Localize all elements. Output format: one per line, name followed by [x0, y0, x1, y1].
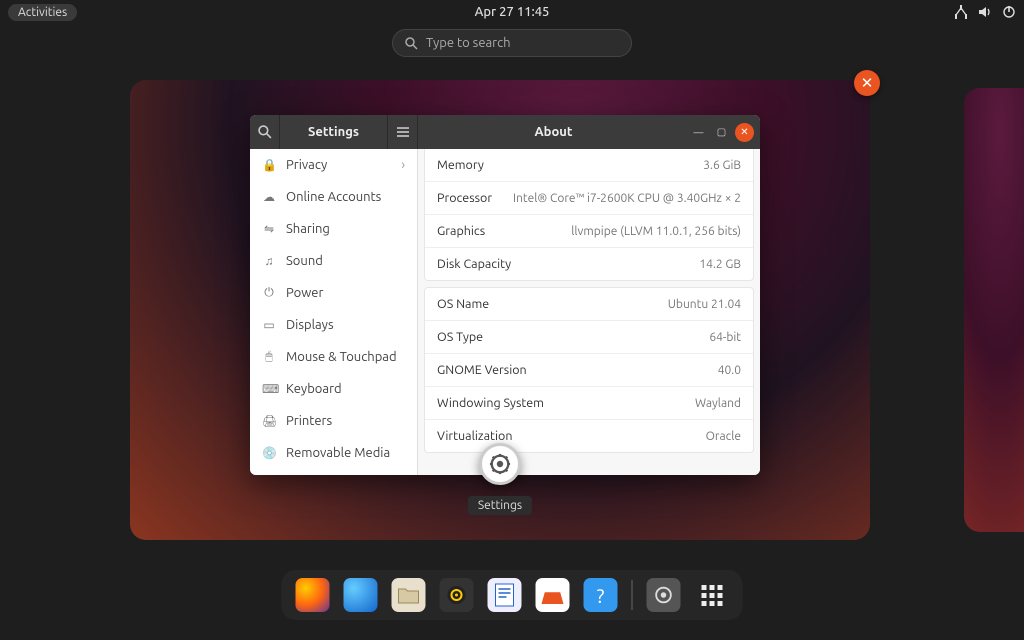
close-window-button[interactable]: ✕: [854, 70, 880, 96]
row-key: Virtualization: [437, 429, 512, 443]
search-icon: [405, 37, 418, 50]
printers-icon: 🖨: [262, 414, 276, 428]
row-key: Memory: [437, 158, 484, 172]
workspace-preview-1[interactable]: ✕ Settings About — ▢ ✕: [130, 80, 870, 540]
chevron-right-icon: ›: [401, 158, 405, 172]
search-bar[interactable]: Type to search: [392, 29, 632, 57]
dock-help-icon[interactable]: ?: [584, 578, 618, 612]
dock-separator: [632, 580, 633, 610]
row-key: Disk Capacity: [437, 257, 511, 271]
search-placeholder: Type to search: [426, 36, 511, 50]
sidebar-item-power[interactable]: ⏻ Power: [250, 277, 417, 309]
row-value: Wayland: [695, 397, 741, 410]
row-value: Ubuntu 21.04: [668, 298, 741, 311]
sidebar-item-mouse-touchpad[interactable]: 🖱 Mouse & Touchpad: [250, 341, 417, 373]
running-app-settings-icon[interactable]: [479, 443, 521, 485]
dock-files-icon[interactable]: [392, 578, 426, 612]
sidebar-item-sound[interactable]: ♫ Sound: [250, 245, 417, 277]
about-row-disk[interactable]: Disk Capacity 14.2 GB: [425, 248, 753, 280]
row-value: 40.0: [718, 364, 741, 377]
about-row-graphics[interactable]: Graphics llvmpipe (LLVM 11.0.1, 256 bits…: [425, 215, 753, 248]
sidebar-item-label: Displays: [286, 318, 334, 332]
maximize-button[interactable]: ▢: [712, 123, 731, 142]
dock-settings-icon[interactable]: [647, 578, 681, 612]
clock[interactable]: Apr 27 11:45: [475, 5, 550, 19]
window-titlebar[interactable]: Settings About — ▢ ✕: [250, 115, 760, 149]
volume-icon: [978, 5, 992, 19]
row-value: 3.6 GiB: [703, 159, 741, 172]
row-key: OS Type: [437, 330, 483, 344]
panel-title: About: [418, 125, 689, 139]
about-row-processor[interactable]: Processor Intel® Core™ i7-2600K CPU @ 3.…: [425, 182, 753, 215]
about-row-osname[interactable]: OS Name Ubuntu 21.04: [425, 288, 753, 321]
sidebar-item-label: Power: [286, 286, 323, 300]
sidebar-item-label: Online Accounts: [286, 190, 381, 204]
about-row-memory[interactable]: Memory 3.6 GiB: [425, 149, 753, 182]
power-icon: [1002, 5, 1016, 19]
sidebar-item-printers[interactable]: 🖨 Printers: [250, 405, 417, 437]
mouse-icon: 🖱: [262, 350, 276, 364]
displays-icon: ▭: [262, 318, 276, 332]
dock-show-apps-icon[interactable]: [695, 578, 729, 612]
minimize-button[interactable]: —: [689, 123, 708, 142]
sidebar-item-sharing[interactable]: ⇋ Sharing: [250, 213, 417, 245]
dock-software-icon[interactable]: [536, 578, 570, 612]
share-icon: ⇋: [262, 222, 276, 236]
hardware-group: Memory 3.6 GiB Processor Intel® Core™ i7…: [424, 149, 754, 281]
system-status-area[interactable]: [954, 5, 1016, 19]
dock-firefox-icon[interactable]: [296, 578, 330, 612]
dock: ?: [282, 570, 743, 620]
keyboard-icon: ⌨: [262, 382, 276, 396]
sidebar-item-color[interactable]: ◧ Color: [250, 469, 417, 475]
sidebar-item-keyboard[interactable]: ⌨ Keyboard: [250, 373, 417, 405]
workspace-preview-2[interactable]: [964, 88, 1024, 532]
dock-libreoffice-writer-icon[interactable]: [488, 578, 522, 612]
about-row-virtualization[interactable]: Virtualization Oracle: [425, 420, 753, 452]
sidebar-item-label: Privacy: [286, 158, 327, 172]
sidebar-item-removable-media[interactable]: 💿 Removable Media: [250, 437, 417, 469]
running-app-label: Settings: [468, 496, 532, 515]
row-key: Windowing System: [437, 396, 544, 410]
sidebar-item-label: Printers: [286, 414, 332, 428]
sidebar-item-online-accounts[interactable]: ☁ Online Accounts: [250, 181, 417, 213]
dock-thunderbird-icon[interactable]: [344, 578, 378, 612]
hamburger-menu-button[interactable]: [387, 115, 417, 149]
sidebar-item-label: Mouse & Touchpad: [286, 350, 397, 364]
activities-button[interactable]: Activities: [8, 4, 77, 21]
sidebar-item-displays[interactable]: ▭ Displays: [250, 309, 417, 341]
sound-icon: ♫: [262, 254, 276, 268]
row-key: OS Name: [437, 297, 489, 311]
cloud-icon: ☁: [262, 190, 276, 204]
row-value: Oracle: [706, 430, 741, 443]
power-icon: ⏻: [262, 286, 276, 300]
os-group: OS Name Ubuntu 21.04 OS Type 64-bit GNOM…: [424, 287, 754, 453]
close-button[interactable]: ✕: [735, 123, 754, 142]
row-key: GNOME Version: [437, 363, 527, 377]
dock-rhythmbox-icon[interactable]: [440, 578, 474, 612]
sidebar-title: Settings: [280, 125, 387, 139]
row-value: llvmpipe (LLVM 11.0.1, 256 bits): [571, 225, 741, 238]
row-value: 14.2 GB: [699, 258, 741, 271]
settings-sidebar: 🔒 Privacy › ☁ Online Accounts ⇋ Sharing …: [250, 149, 418, 475]
about-row-gnome[interactable]: GNOME Version 40.0: [425, 354, 753, 387]
sidebar-item-label: Sound: [286, 254, 323, 268]
about-row-ostype[interactable]: OS Type 64-bit: [425, 321, 753, 354]
top-bar: Activities Apr 27 11:45: [0, 0, 1024, 24]
row-key: Processor: [437, 191, 492, 205]
row-value: Intel® Core™ i7-2600K CPU @ 3.40GHz × 2: [513, 192, 741, 205]
search-button[interactable]: [250, 115, 280, 149]
sidebar-item-privacy[interactable]: 🔒 Privacy ›: [250, 149, 417, 181]
media-icon: 💿: [262, 446, 276, 460]
row-key: Graphics: [437, 224, 485, 238]
network-icon: [954, 5, 968, 19]
about-panel: Memory 3.6 GiB Processor Intel® Core™ i7…: [418, 149, 760, 475]
settings-window: Settings About — ▢ ✕ 🔒 Privacy ›: [250, 115, 760, 475]
row-value: 64-bit: [709, 331, 741, 344]
about-row-windowing[interactable]: Windowing System Wayland: [425, 387, 753, 420]
sidebar-item-label: Keyboard: [286, 382, 342, 396]
lock-icon: 🔒: [262, 158, 276, 172]
sidebar-item-label: Removable Media: [286, 446, 390, 460]
sidebar-item-label: Sharing: [286, 222, 330, 236]
